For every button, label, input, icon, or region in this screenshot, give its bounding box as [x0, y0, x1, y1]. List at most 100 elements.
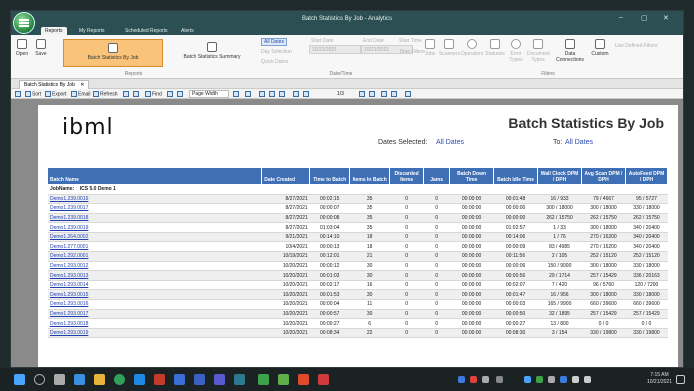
- file-explorer-icon[interactable]: [94, 374, 105, 385]
- tray-icon[interactable]: [560, 376, 567, 383]
- search-icon[interactable]: [34, 374, 45, 385]
- app-icon[interactable]: [298, 374, 309, 385]
- batch-name-link[interactable]: Demo1.239.0016: [48, 194, 262, 205]
- app-window: Batch Statistics By Job - Analytics – ▢ …: [10, 10, 684, 368]
- batch-name-link[interactable]: Demo1.293.0012: [48, 261, 262, 272]
- tray-icon[interactable]: [524, 376, 531, 383]
- tab-reports[interactable]: Reports: [41, 27, 67, 35]
- app-menu-button[interactable]: [13, 12, 35, 34]
- tab-my-reports[interactable]: My Reports: [75, 27, 109, 35]
- time-filters-button[interactable]: Time Filters: [399, 49, 425, 55]
- table-cell: 7 / 420: [537, 280, 582, 291]
- tab-scheduled-reports[interactable]: Scheduled Reports: [121, 27, 172, 35]
- find-button[interactable]: Find: [145, 91, 162, 97]
- batch-name-link[interactable]: Demo1.293.0013: [48, 270, 262, 281]
- maximize-button[interactable]: ▢: [641, 14, 648, 22]
- print-preview-button[interactable]: [123, 91, 130, 97]
- tray-icon[interactable]: [470, 376, 477, 383]
- save-button[interactable]: Save: [33, 39, 49, 57]
- batch-name-link[interactable]: Demo1.292.0001: [48, 251, 262, 262]
- app-icon[interactable]: [74, 374, 85, 385]
- batch-name-link[interactable]: Demo1.293.0015: [48, 289, 262, 301]
- tray-icon[interactable]: [548, 376, 555, 383]
- table-cell: 10/20/2021: [261, 280, 310, 291]
- minimize-button[interactable]: –: [619, 14, 623, 21]
- statuses-button[interactable]: Statuses: [485, 39, 505, 57]
- refresh-button[interactable]: Refresh: [93, 91, 118, 97]
- start-date-field[interactable]: 10/21/2021: [309, 45, 361, 54]
- data-connections-button[interactable]: Data Connections: [553, 39, 587, 63]
- start-icon[interactable]: [14, 374, 25, 385]
- sort-button[interactable]: Sort: [25, 91, 41, 97]
- view-layout-icon[interactable]: [233, 91, 240, 97]
- open-button[interactable]: Open: [14, 39, 30, 57]
- batch-name-link[interactable]: Demo1.239.0018: [48, 213, 262, 224]
- tray-icon[interactable]: [496, 376, 503, 383]
- close-button[interactable]: ✕: [663, 14, 669, 22]
- batch-name-link[interactable]: Demo1.293.0016: [48, 299, 262, 310]
- zoom-out-button[interactable]: [167, 91, 174, 97]
- day-selection-button[interactable]: Day Selection: [261, 49, 292, 55]
- all-dates-button[interactable]: All Dates: [261, 38, 288, 46]
- batch-name-link[interactable]: Demo1.239.0019: [48, 222, 262, 233]
- app-icon[interactable]: [278, 374, 289, 385]
- zoom-in-button[interactable]: [177, 91, 184, 97]
- forward-button[interactable]: [391, 91, 398, 97]
- last-page-button[interactable]: [369, 91, 376, 97]
- custom-button[interactable]: Custom: [591, 39, 609, 57]
- edge-icon[interactable]: [134, 374, 145, 385]
- analytics-icon[interactable]: [258, 374, 269, 385]
- next-page-button[interactable]: [359, 91, 366, 97]
- close-tab-icon[interactable]: ✕: [80, 82, 84, 88]
- back-button[interactable]: [381, 91, 388, 97]
- email-button[interactable]: Email: [71, 91, 91, 97]
- use-defined-filters-button[interactable]: Use Defined Filters: [615, 43, 665, 49]
- batch-name-link[interactable]: Demo1.293.0018: [48, 318, 262, 329]
- zoom-select[interactable]: Page Width: [189, 90, 229, 98]
- app-icon[interactable]: [234, 374, 245, 385]
- notification-icon[interactable]: [676, 375, 685, 384]
- batch-name-link[interactable]: Demo1.293.0017: [48, 309, 262, 320]
- thumbnail-icon[interactable]: [245, 91, 252, 97]
- scanners-button[interactable]: Scanners: [439, 39, 460, 57]
- batch-name-link[interactable]: Demo1.293.0014: [48, 280, 262, 291]
- chrome-icon[interactable]: [114, 374, 125, 385]
- outlook-icon[interactable]: [174, 374, 185, 385]
- wifi-icon[interactable]: [572, 376, 579, 383]
- volume-icon[interactable]: [584, 376, 591, 383]
- prev-page-button[interactable]: [303, 91, 310, 97]
- tab-alerts[interactable]: Alerts: [177, 27, 198, 35]
- document-types-button[interactable]: Document Types: [527, 39, 550, 63]
- app-icon[interactable]: [154, 374, 165, 385]
- batch-name-link[interactable]: Demo1.239.0017: [48, 203, 262, 214]
- app-icon[interactable]: [194, 374, 205, 385]
- app-icon[interactable]: [318, 374, 329, 385]
- batch-name-link[interactable]: Demo1.293.0019: [48, 328, 262, 339]
- first-page-button[interactable]: [293, 91, 300, 97]
- batch-stats-summary-button[interactable]: Batch Statistics Summary: [177, 42, 247, 60]
- facing-page-icon[interactable]: [269, 91, 276, 97]
- operators-button[interactable]: Operators: [461, 39, 483, 57]
- quick-dates-button[interactable]: Quick Dates: [261, 59, 288, 65]
- start-time-button[interactable]: Start Time: [399, 38, 422, 44]
- stop-button[interactable]: [405, 91, 412, 97]
- batch-stats-by-job-button[interactable]: Batch Statistics By Job: [63, 39, 163, 67]
- batch-name-link[interactable]: Demo1.277.0001: [48, 241, 262, 253]
- tray-icon[interactable]: [536, 376, 543, 383]
- print-button[interactable]: [15, 91, 22, 97]
- doc-tab-batch-stats[interactable]: Batch Statistics By Job ✕: [19, 80, 90, 89]
- task-view-icon[interactable]: [54, 374, 65, 385]
- table-cell: 262 / 15750: [625, 213, 668, 224]
- taskbar-clock[interactable]: 7:15 AM 10/21/2021: [647, 372, 672, 386]
- multi-page-icon[interactable]: [279, 91, 286, 97]
- error-types-button[interactable]: Error Types: [507, 39, 525, 63]
- page-indicator[interactable]: 1/3: [337, 91, 344, 97]
- tray-icon[interactable]: [458, 376, 465, 383]
- single-page-icon[interactable]: [259, 91, 266, 97]
- page-setup-button[interactable]: [133, 91, 140, 97]
- export-button[interactable]: Export: [45, 91, 66, 97]
- app-icon[interactable]: [214, 374, 225, 385]
- batch-name-link[interactable]: Demo1.264.0002: [48, 232, 262, 243]
- jobs-button[interactable]: Jobs: [423, 39, 437, 57]
- tray-icon[interactable]: [482, 376, 489, 383]
